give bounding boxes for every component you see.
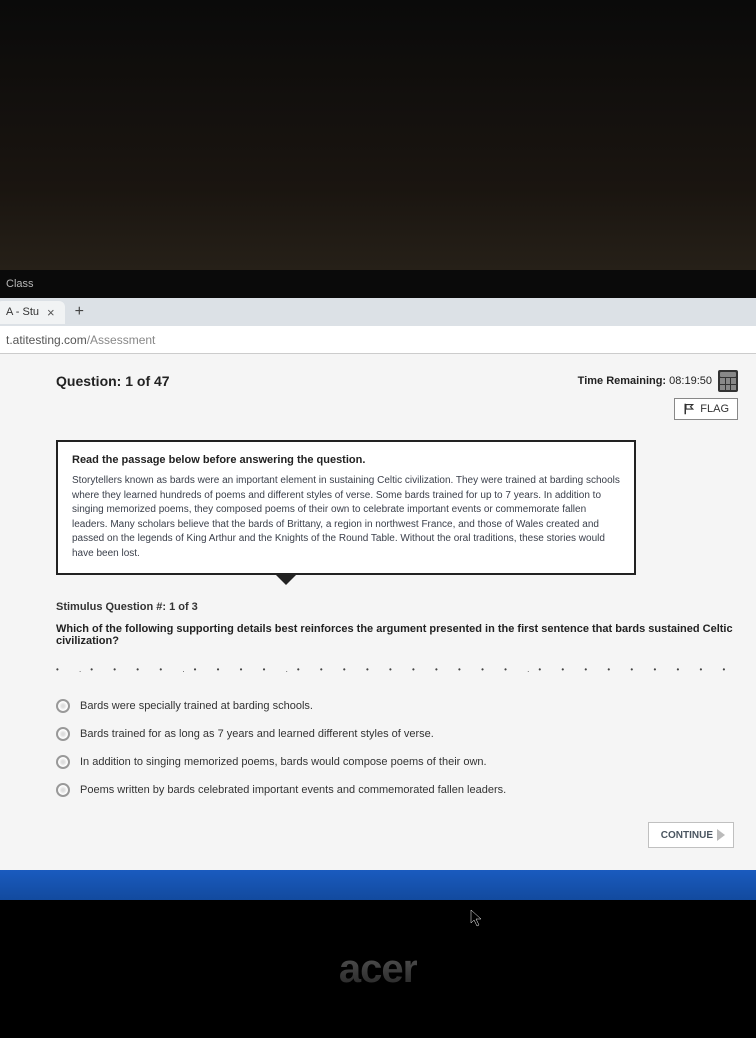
option-label: Bards were specially trained at barding …	[80, 700, 313, 712]
chevron-down-icon	[276, 575, 296, 585]
passage-body: Storytellers known as bards were an impo…	[72, 474, 620, 561]
radio-icon[interactable]	[56, 755, 70, 769]
time-remaining: Time Remaining: 08:19:50	[578, 375, 712, 387]
radio-icon[interactable]	[56, 727, 70, 741]
passage-instruction: Read the passage below before answering …	[72, 454, 620, 466]
url-host: t.atitesting.com	[6, 333, 87, 347]
flag-label: FLAG	[700, 403, 729, 415]
option-b[interactable]: Bards trained for as long as 7 years and…	[56, 720, 738, 748]
option-label: Bards trained for as long as 7 years and…	[80, 728, 434, 740]
mouse-cursor	[470, 909, 484, 927]
tab-title: A - Stu	[6, 306, 39, 318]
stimulus-counter: Stimulus Question #: 1 of 3	[56, 601, 738, 613]
option-label: In addition to singing memorized poems, …	[80, 756, 487, 768]
new-tab-button[interactable]: +	[65, 303, 94, 321]
answer-options: Bards were specially trained at barding …	[56, 692, 738, 804]
laptop-logo: acer	[339, 947, 417, 992]
assessment-page: Question: 1 of 47 Time Remaining: 08:19:…	[0, 354, 756, 870]
header-right: Time Remaining: 08:19:50	[578, 370, 738, 392]
close-icon[interactable]: ×	[47, 306, 55, 319]
footer-bar	[0, 870, 756, 900]
continue-label: CONTINUE	[661, 830, 713, 841]
os-taskbar: Class	[0, 270, 756, 298]
option-a[interactable]: Bards were specially trained at barding …	[56, 692, 738, 720]
question-header: Question: 1 of 47 Time Remaining: 08:19:…	[56, 370, 738, 392]
address-bar[interactable]: t.atitesting.com/Assessment	[0, 326, 756, 354]
divider-dots: • .• • • • .• • • • .• • • • • • • • • •…	[56, 665, 738, 674]
flag-button[interactable]: FLAG	[674, 398, 738, 420]
option-d[interactable]: Poems written by bards celebrated import…	[56, 776, 738, 804]
browser-chrome: A - Stu × + t.atitesting.com/Assessment	[0, 298, 756, 354]
tab-strip: A - Stu × +	[0, 298, 756, 326]
arrow-right-icon	[717, 829, 725, 841]
option-label: Poems written by bards celebrated import…	[80, 784, 506, 796]
question-counter: Question: 1 of 47	[56, 373, 170, 389]
radio-icon[interactable]	[56, 783, 70, 797]
url-path: /Assessment	[87, 333, 156, 347]
radio-icon[interactable]	[56, 699, 70, 713]
calculator-icon[interactable]	[718, 370, 738, 392]
physical-background	[0, 0, 756, 270]
question-text: Which of the following supporting detail…	[56, 623, 738, 647]
option-c[interactable]: In addition to singing memorized poems, …	[56, 748, 738, 776]
taskbar-label: Class	[6, 278, 34, 290]
continue-button[interactable]: CONTINUE	[648, 822, 734, 848]
browser-tab[interactable]: A - Stu ×	[0, 301, 65, 324]
passage-box: Read the passage below before answering …	[56, 440, 636, 575]
laptop-bezel: acer	[0, 900, 756, 1038]
flag-icon	[683, 403, 695, 415]
